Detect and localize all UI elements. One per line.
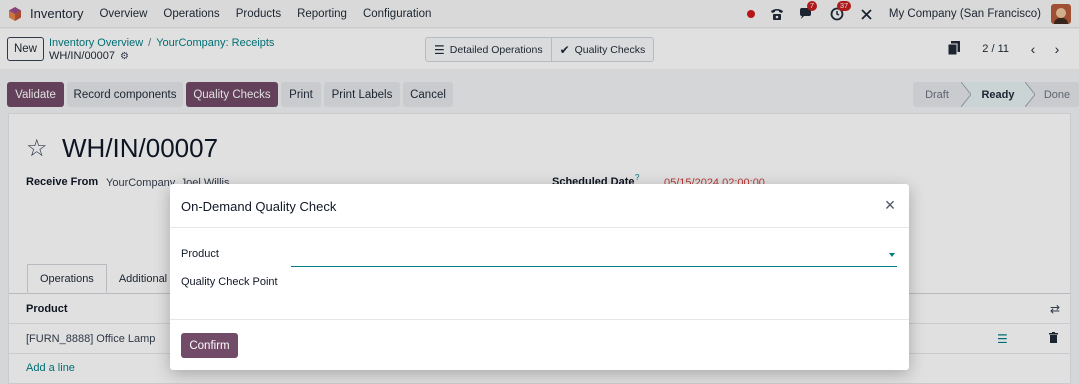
quality-check-point-label: Quality Check Point	[181, 276, 278, 288]
chevron-down-icon[interactable]	[889, 253, 895, 257]
dialog-title: On-Demand Quality Check	[181, 199, 337, 214]
confirm-button[interactable]: Confirm	[181, 333, 238, 358]
dialog-body: Product Quality Check Point	[170, 228, 909, 320]
quality-check-dialog: On-Demand Quality Check × Product Qualit…	[170, 184, 909, 370]
dialog-header: On-Demand Quality Check ×	[170, 184, 909, 228]
product-field[interactable]	[291, 248, 897, 267]
product-label: Product	[181, 248, 219, 260]
close-icon[interactable]: ×	[881, 196, 899, 214]
